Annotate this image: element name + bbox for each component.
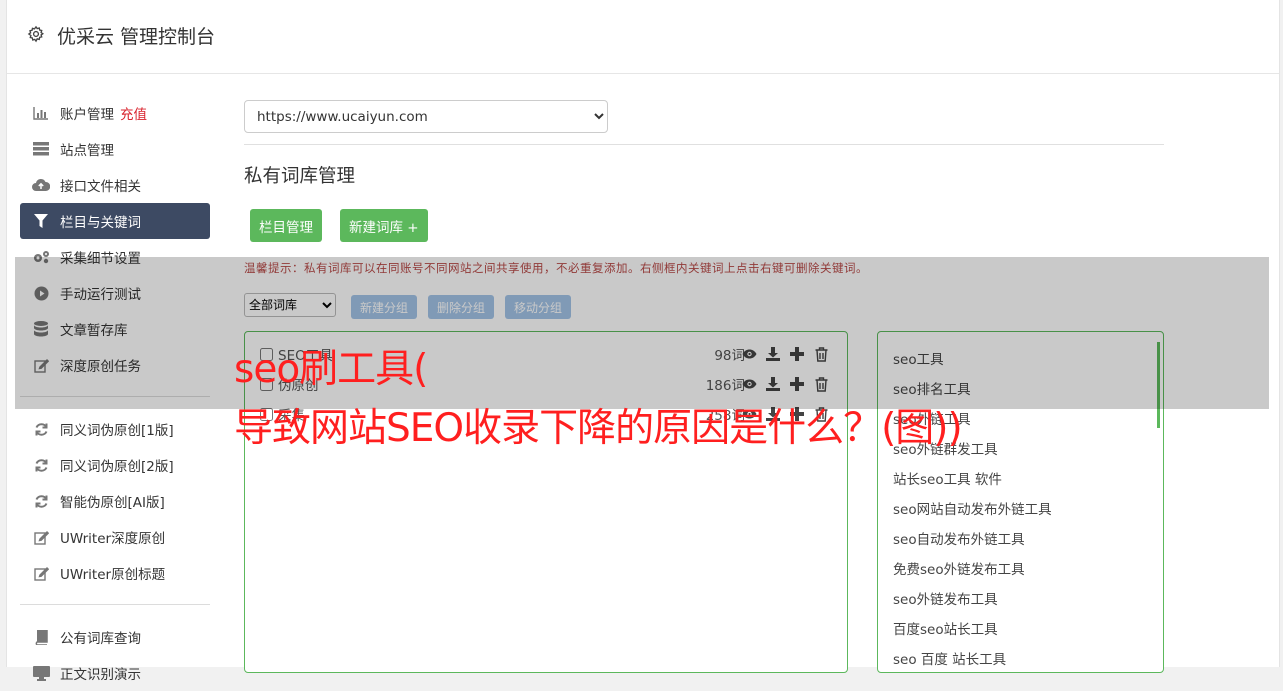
overlay-band [15, 257, 1269, 409]
keyword-item[interactable]: seo自动发布外链工具 [893, 528, 1025, 548]
sidebar-item-label: 接口文件相关 [60, 179, 141, 195]
app-header: 优采云 管理控制台 [7, 0, 1279, 74]
gear-icon [27, 25, 45, 47]
sidebar-item-synonym-v1[interactable]: 同义词伪原创[1版] [20, 411, 210, 447]
refresh-icon [32, 420, 50, 438]
edit-icon [32, 564, 50, 582]
sidebar-item-sites[interactable]: 站点管理 [20, 131, 210, 167]
sidebar-item-label: 栏目与关键词 [60, 215, 141, 231]
refresh-icon [32, 456, 50, 474]
column-manage-button[interactable]: 栏目管理 [250, 209, 322, 242]
cloud-upload-icon [32, 176, 50, 194]
sidebar-item-label: 正文识别演示 [60, 667, 141, 683]
overlay-headline-line2: 导致网站SEO收录下降的原因是什么？(图)) [234, 406, 963, 451]
page-title: 私有词库管理 [244, 166, 356, 187]
sidebar-item-label: 站点管理 [60, 143, 114, 159]
site-select[interactable]: https://www.ucaiyun.com [244, 100, 608, 133]
book-icon [32, 628, 50, 646]
sidebar-item-account[interactable]: 账户管理 充值 [20, 95, 210, 131]
sidebar-item-label: 同义词伪原创[1版] [60, 423, 174, 439]
sidebar-item-label: UWriter深度原创 [60, 531, 166, 547]
server-icon [32, 140, 50, 158]
sidebar-item-ai-rewrite[interactable]: 智能伪原创[AI版] [20, 483, 210, 519]
sidebar-item-text-recognition[interactable]: 正文识别演示 [20, 655, 210, 691]
sidebar-item-label: 同义词伪原创[2版] [60, 459, 174, 475]
filter-icon [32, 212, 50, 230]
sidebar-item-uwriter-deep[interactable]: UWriter深度原创 [20, 519, 210, 555]
keyword-item[interactable]: seo网站自动发布外链工具 [893, 498, 1052, 518]
keyword-item[interactable]: 站长seo工具 软件 [893, 468, 1002, 488]
keyword-item[interactable]: 百度seo站长工具 [893, 618, 998, 638]
sidebar-divider [20, 604, 210, 605]
keyword-item[interactable]: seo 百度 站长工具 [893, 648, 1006, 668]
sidebar-item-synonym-v2[interactable]: 同义词伪原创[2版] [20, 447, 210, 483]
new-library-button[interactable]: 新建词库 + [340, 209, 428, 242]
sidebar-item-public-library[interactable]: 公有词库查询 [20, 619, 210, 655]
divider [244, 144, 1164, 145]
sidebar-item-uwriter-title[interactable]: UWriter原创标题 [20, 555, 210, 591]
app-title: 优采云 管理控制台 [57, 26, 216, 48]
edit-icon [32, 528, 50, 546]
refresh-icon [32, 492, 50, 510]
bar-chart-icon [32, 104, 50, 122]
sidebar-item-label: UWriter原创标题 [60, 567, 166, 583]
overlay-headline-line1: seo刷工具( [234, 347, 428, 392]
sidebar-item-label: 账户管理 [60, 107, 114, 123]
keyword-item[interactable]: seo外链发布工具 [893, 588, 998, 608]
keyword-item[interactable]: 免费seo外链发布工具 [893, 558, 1025, 578]
sidebar-item-label: 公有词库查询 [60, 631, 141, 647]
sidebar-item-interface-files[interactable]: 接口文件相关 [20, 167, 210, 203]
recharge-link[interactable]: 充值 [120, 103, 147, 123]
sidebar-item-columns-keywords[interactable]: 栏目与关键词 [20, 203, 210, 239]
sidebar-item-label: 智能伪原创[AI版] [60, 495, 165, 511]
